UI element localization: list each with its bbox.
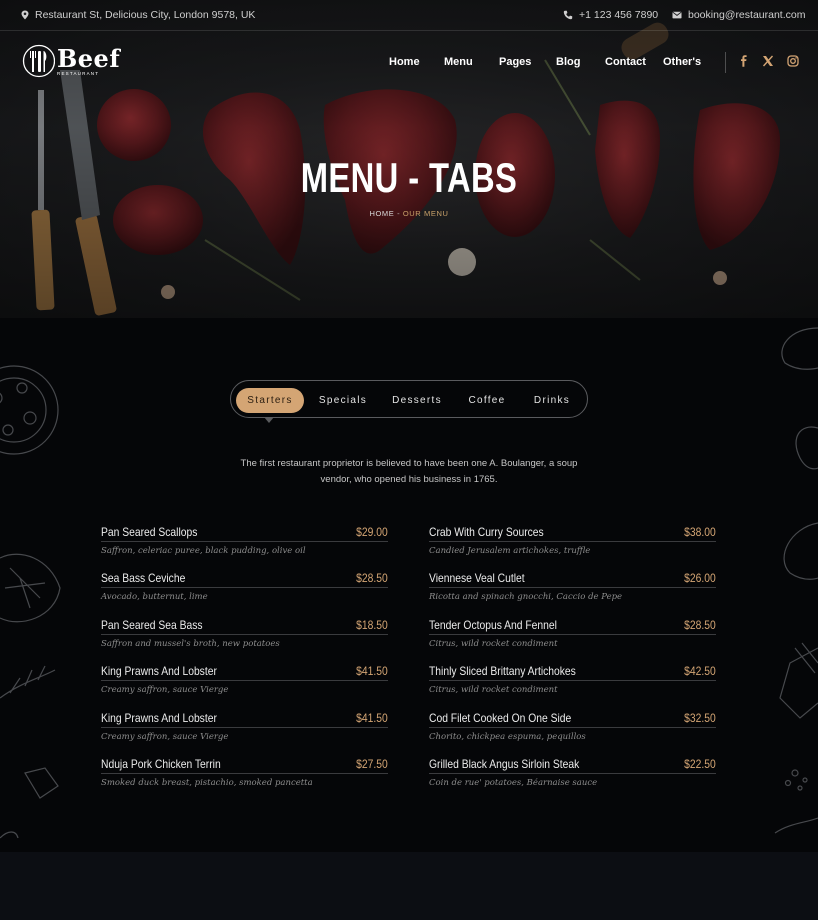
menu-item-description: Citrus, wild rocket condiment [429, 638, 558, 649]
menu-column-left: Pan Seared Scallops $29.00 Saffron, celer… [101, 525, 388, 803]
top-info-bar: Restaurant St, Delicious City, London 95… [0, 0, 818, 31]
email-text: booking@restaurant.com [688, 9, 806, 21]
menu-item-name: King Prawns And Lobster [101, 664, 217, 679]
menu-item-price: $29.00 [356, 525, 388, 539]
menu-item[interactable]: Pan Seared Scallops $29.00 Saffron, celer… [101, 525, 388, 571]
menu-item-price: $41.50 [356, 664, 388, 679]
tab-coffee[interactable]: Coffee [453, 388, 521, 413]
menu-item-name: Tender Octopus And Fennel [429, 617, 557, 632]
menu-item-description: Saffron and mussel's broth, new potatoes [101, 638, 280, 649]
menu-item-price: $28.50 [684, 617, 716, 632]
menu-item-name: Crab With Curry Sources [429, 525, 544, 539]
menu-item[interactable]: Cod Filet Cooked On One Side $32.50 Chori… [429, 711, 716, 757]
menu-item-price: $18.50 [356, 617, 388, 632]
menu-item-description: Candied Jerusalem artichokes, truffle [429, 546, 591, 556]
nav-contact[interactable]: Contact [605, 56, 646, 68]
menu-item-name: Thinly Sliced Brittany Artichokes [429, 664, 576, 679]
phone-link[interactable]: +1 123 456 7890 [563, 9, 658, 21]
nav-menu[interactable]: Menu [444, 56, 473, 68]
breadcrumb: HOME - OUR MENU [0, 209, 818, 218]
menu-item-name: Grilled Black Angus Sirloin Steak [429, 756, 580, 771]
menu-item-name: Viennese Veal Cutlet [429, 571, 525, 586]
tab-drinks[interactable]: Drinks [519, 388, 585, 413]
breadcrumb-current: OUR MENU [402, 209, 449, 218]
menu-item[interactable]: Sea Bass Ceviche $28.50 Avocado, butternu… [101, 571, 388, 617]
menu-item[interactable]: Nduja Pork Chicken Terrin $27.50 Smoked d… [101, 757, 388, 803]
menu-intro-text: The first restaurant proprietor is belie… [240, 458, 578, 485]
menu-item-description: Smoked duck breast, pistachio, smoked pa… [101, 777, 313, 788]
menu-item-name: King Prawns And Lobster [101, 710, 217, 725]
menu-item-price: $32.50 [684, 710, 716, 725]
nav-home[interactable]: Home [389, 56, 420, 68]
menu-item-price: $28.50 [356, 571, 388, 586]
page-title: MENU - TABS [300, 154, 518, 201]
menu-item[interactable]: Tender Octopus And Fennel $28.50 Citrus, … [429, 618, 716, 664]
menu-item[interactable]: Crab With Curry Sources $38.00 Candied Je… [429, 525, 716, 571]
menu-item[interactable]: Viennese Veal Cutlet $26.00 Ricotta and s… [429, 571, 716, 617]
tab-desserts[interactable]: Desserts [383, 388, 451, 413]
phone-text: +1 123 456 7890 [579, 9, 659, 21]
menu-item-name: Sea Bass Ceviche [101, 571, 186, 586]
breadcrumb-separator: - [394, 209, 403, 218]
menu-item[interactable]: Pan Seared Sea Bass $18.50 Saffron and mu… [101, 618, 388, 664]
menu-item-price: $38.00 [684, 525, 716, 539]
menu-item-name: Pan Seared Scallops [101, 525, 198, 539]
menu-item-description: Chorito, chickpea espuma, pequillos [429, 731, 586, 742]
tab-pointer [264, 417, 274, 423]
instagram-icon[interactable] [787, 55, 799, 67]
menu-item-description: Coin de rue' potatoes, Béarnaise sauce [429, 777, 598, 788]
menu-item-name: Nduja Pork Chicken Terrin [101, 756, 221, 771]
nav-pages[interactable]: Pages [499, 56, 531, 68]
map-pin-icon [21, 10, 29, 20]
menu-item-description: Saffron, celeriac puree, black pudding, … [101, 546, 306, 556]
menu-item-price: $26.00 [684, 571, 716, 586]
menu-item-name: Cod Filet Cooked On One Side [429, 710, 572, 725]
menu-item-description: Ricotta and spinach gnocchi, Caccio de P… [429, 592, 623, 603]
x-twitter-icon[interactable] [762, 55, 774, 67]
nav-blog[interactable]: Blog [556, 56, 580, 68]
footer-strip [0, 852, 818, 920]
address: Restaurant St, Delicious City, London 95… [20, 9, 255, 21]
tab-starters[interactable]: Starters [236, 388, 304, 413]
main-navigation: Home Menu Pages Blog Contact Other's [0, 56, 818, 70]
address-text: Restaurant St, Delicious City, London 95… [35, 9, 256, 21]
menu-item[interactable]: King Prawns And Lobster $41.50 Creamy saf… [101, 664, 388, 710]
nav-divider [725, 52, 726, 73]
menu-item-name: Pan Seared Sea Bass [101, 617, 203, 632]
menu-item-description: Creamy saffron, sauce Vierge [101, 685, 229, 696]
menu-tabs: Starters Specials Desserts Coffee Drinks [230, 380, 588, 418]
menu-item-price: $41.50 [356, 710, 388, 725]
nav-others[interactable]: Other's [663, 56, 701, 68]
tab-specials[interactable]: Specials [309, 388, 377, 413]
menu-column-right: Crab With Curry Sources $38.00 Candied Je… [429, 525, 716, 803]
menu-item-description: Creamy saffron, sauce Vierge [101, 731, 229, 742]
menu-item-description: Avocado, butternut, lime [101, 592, 208, 603]
email-link[interactable]: booking@restaurant.com [672, 9, 805, 21]
menu-item[interactable]: Grilled Black Angus Sirloin Steak $22.50 … [429, 757, 716, 803]
menu-item-price: $22.50 [684, 756, 716, 771]
phone-icon [563, 10, 573, 20]
facebook-icon[interactable] [738, 55, 750, 67]
menu-item-price: $42.50 [684, 664, 716, 679]
menu-item[interactable]: Thinly Sliced Brittany Artichokes $42.50 … [429, 664, 716, 710]
menu-item[interactable]: King Prawns And Lobster $41.50 Creamy saf… [101, 711, 388, 757]
breadcrumb-home[interactable]: HOME [369, 209, 394, 218]
menu-item-price: $27.50 [356, 756, 388, 771]
envelope-icon [672, 11, 682, 19]
menu-item-description: Citrus, wild rocket condiment [429, 685, 558, 696]
